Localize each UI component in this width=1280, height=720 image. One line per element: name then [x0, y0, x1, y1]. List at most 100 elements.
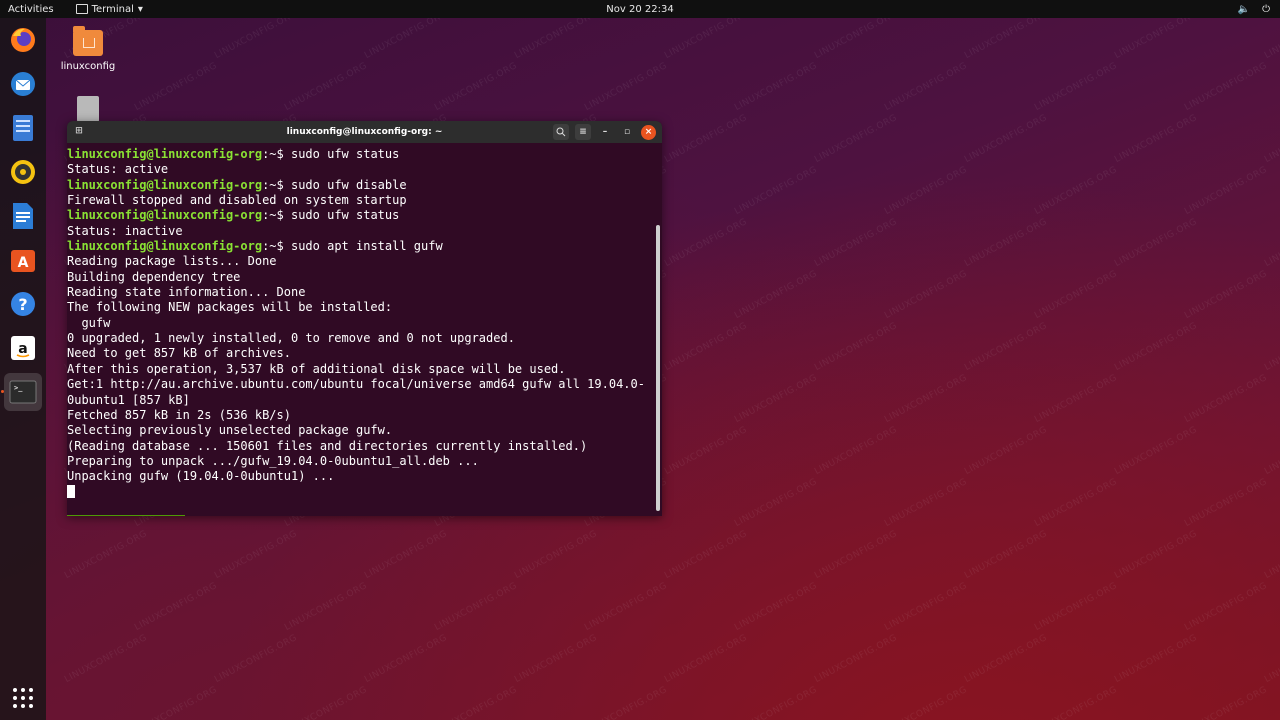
command-text: sudo ufw status	[290, 147, 400, 161]
watermark-text: LINUXCONFIG.ORG	[813, 112, 900, 166]
ubuntu-software-icon[interactable]: A	[7, 244, 39, 276]
terminal-output-line: Fetched 857 kB in 2s (536 kB/s)	[67, 407, 291, 422]
watermark-text: LINUXCONFIG.ORG	[1183, 476, 1270, 530]
watermark-text: LINUXCONFIG.ORG	[883, 580, 970, 634]
terminal-command-line: linuxconfig@linuxconfig-org:~$ sudo ufw …	[67, 208, 662, 223]
rhythmbox-icon[interactable]	[7, 156, 39, 188]
prompt-user: linuxconfig@linuxconfig-org	[67, 208, 263, 223]
files-icon[interactable]	[7, 112, 39, 144]
dock: A ? a >_	[0, 18, 46, 720]
prompt-separator: :~$	[262, 147, 291, 161]
terminal-output-line: (Reading database ... 150601 files and d…	[67, 438, 588, 453]
terminal-output-line: Building dependency tree	[67, 269, 241, 284]
watermark-text: LINUXCONFIG.ORG	[1263, 424, 1280, 478]
thunderbird-icon[interactable]	[7, 68, 39, 100]
watermark-text: LINUXCONFIG.ORG	[733, 268, 820, 322]
hamburger-menu-icon[interactable]: ≡	[575, 124, 591, 140]
watermark-text: LINUXCONFIG.ORG	[883, 268, 970, 322]
watermark-text: LINUXCONFIG.ORG	[1113, 216, 1200, 270]
app-menu-label: Terminal	[91, 3, 134, 15]
desktop-trash[interactable]	[66, 96, 110, 122]
watermark-text: LINUXCONFIG.ORG	[663, 632, 750, 686]
prompt-separator: :~$	[262, 208, 291, 223]
watermark-text: LINUXCONFIG.ORG	[1033, 164, 1120, 218]
watermark-text: LINUXCONFIG.ORG	[883, 372, 970, 426]
watermark-text: LINUXCONFIG.ORG	[1183, 164, 1270, 218]
system-tray[interactable]: 🔈 ⏻	[1238, 4, 1270, 15]
terminal-window[interactable]: ⊞ linuxconfig@linuxconfig-org: ~ ≡ – ▫ ×…	[67, 121, 662, 516]
terminal-output-line: Preparing to unpack .../gufw_19.04.0-0ub…	[67, 453, 479, 468]
watermark-text: LINUXCONFIG.ORG	[813, 216, 900, 270]
command-text: sudo ufw status	[290, 208, 400, 223]
running-indicator	[1, 390, 4, 393]
watermark-text: LINUXCONFIG.ORG	[213, 528, 300, 582]
watermark-text: LINUXCONFIG.ORG	[883, 164, 970, 218]
watermark-text: LINUXCONFIG.ORG	[1263, 320, 1280, 374]
watermark-text: LINUXCONFIG.ORG	[133, 580, 220, 634]
watermark-text: LINUXCONFIG.ORG	[213, 632, 300, 686]
terminal-output-line: Reading state information... Done	[67, 285, 306, 300]
watermark-text: LINUXCONFIG.ORG	[813, 424, 900, 478]
terminal-output-line: Status: inactive	[67, 223, 183, 238]
terminal-output-line: 0ubuntu1 [857 kB]	[67, 392, 190, 407]
terminal-scrollbar[interactable]	[656, 225, 660, 511]
amazon-icon[interactable]: a	[7, 332, 39, 364]
watermark-text: LINUXCONFIG.ORG	[513, 632, 600, 686]
watermark-text: LINUXCONFIG.ORG	[1113, 632, 1200, 686]
terminal-output-line: Get:1 http://au.archive.ubuntu.com/ubunt…	[67, 377, 645, 392]
activities-button[interactable]: Activities	[8, 4, 54, 15]
app-menu[interactable]: Terminal ▾	[75, 3, 143, 15]
terminal-output-line: Need to get 857 kB of archives.	[67, 346, 291, 361]
terminal-output[interactable]: linuxconfig@linuxconfig-org:~$ sudo ufw …	[67, 143, 662, 516]
close-icon[interactable]: ×	[641, 124, 656, 140]
power-icon[interactable]: ⏻	[1262, 4, 1270, 15]
watermark-text: LINUXCONFIG.ORG	[1183, 268, 1270, 322]
watermark-text: LINUXCONFIG.ORG	[733, 684, 820, 720]
watermark-text: LINUXCONFIG.ORG	[883, 684, 970, 720]
command-text: sudo apt install gufw	[290, 239, 443, 254]
watermark-text: LINUXCONFIG.ORG	[1263, 632, 1280, 686]
watermark-text: LINUXCONFIG.ORG	[733, 60, 820, 114]
watermark-text: LINUXCONFIG.ORG	[663, 424, 750, 478]
new-tab-icon[interactable]: ⊞	[73, 126, 85, 138]
prompt-user: linuxconfig@linuxconfig-org	[67, 147, 263, 161]
watermark-text: LINUXCONFIG.ORG	[663, 320, 750, 374]
watermark-text: LINUXCONFIG.ORG	[1183, 372, 1270, 426]
svg-text:A: A	[18, 255, 29, 271]
terminal-title: linuxconfig@linuxconfig-org: ~	[286, 127, 443, 137]
progress-bar-text: [###########............................…	[185, 515, 611, 516]
watermark-text: LINUXCONFIG.ORG	[813, 632, 900, 686]
watermark-text: LINUXCONFIG.ORG	[1183, 684, 1270, 720]
show-applications-icon[interactable]	[7, 682, 39, 714]
clock[interactable]: Nov 20 22:34	[606, 4, 673, 15]
prompt-separator: :~$	[262, 239, 291, 254]
watermark-text: LINUXCONFIG.ORG	[883, 60, 970, 114]
watermark-text: LINUXCONFIG.ORG	[883, 476, 970, 530]
firefox-icon[interactable]	[7, 24, 39, 56]
search-icon[interactable]	[553, 124, 569, 140]
libreoffice-writer-icon[interactable]	[7, 200, 39, 232]
terminal-output-line: Firewall stopped and disabled on system …	[67, 193, 407, 208]
watermark-text: LINUXCONFIG.ORG	[1113, 320, 1200, 374]
terminal-app-icon	[75, 4, 88, 14]
minimize-icon[interactable]: –	[597, 124, 613, 140]
volume-icon[interactable]: 🔈	[1238, 4, 1250, 15]
watermark-text: LINUXCONFIG.ORG	[733, 580, 820, 634]
watermark-text: LINUXCONFIG.ORG	[963, 528, 1050, 582]
watermark-text: LINUXCONFIG.ORG	[813, 528, 900, 582]
svg-text:>_: >_	[14, 384, 23, 392]
watermark-text: LINUXCONFIG.ORG	[1183, 60, 1270, 114]
terminal-titlebar[interactable]: ⊞ linuxconfig@linuxconfig-org: ~ ≡ – ▫ ×	[67, 121, 662, 143]
terminal-icon[interactable]: >_	[4, 373, 42, 411]
watermark-text: LINUXCONFIG.ORG	[663, 528, 750, 582]
terminal-output-line: Reading package lists... Done	[67, 254, 277, 269]
watermark-text: LINUXCONFIG.ORG	[363, 528, 450, 582]
desktop-home-folder[interactable]: linuxconfig	[58, 26, 118, 72]
watermark-text: LINUXCONFIG.ORG	[663, 112, 750, 166]
help-icon[interactable]: ?	[7, 288, 39, 320]
watermark-text: LINUXCONFIG.ORG	[363, 632, 450, 686]
watermark-text: LINUXCONFIG.ORG	[63, 632, 150, 686]
watermark-text: LINUXCONFIG.ORG	[963, 632, 1050, 686]
maximize-icon[interactable]: ▫	[619, 124, 635, 140]
watermark-text: LINUXCONFIG.ORG	[583, 580, 670, 634]
